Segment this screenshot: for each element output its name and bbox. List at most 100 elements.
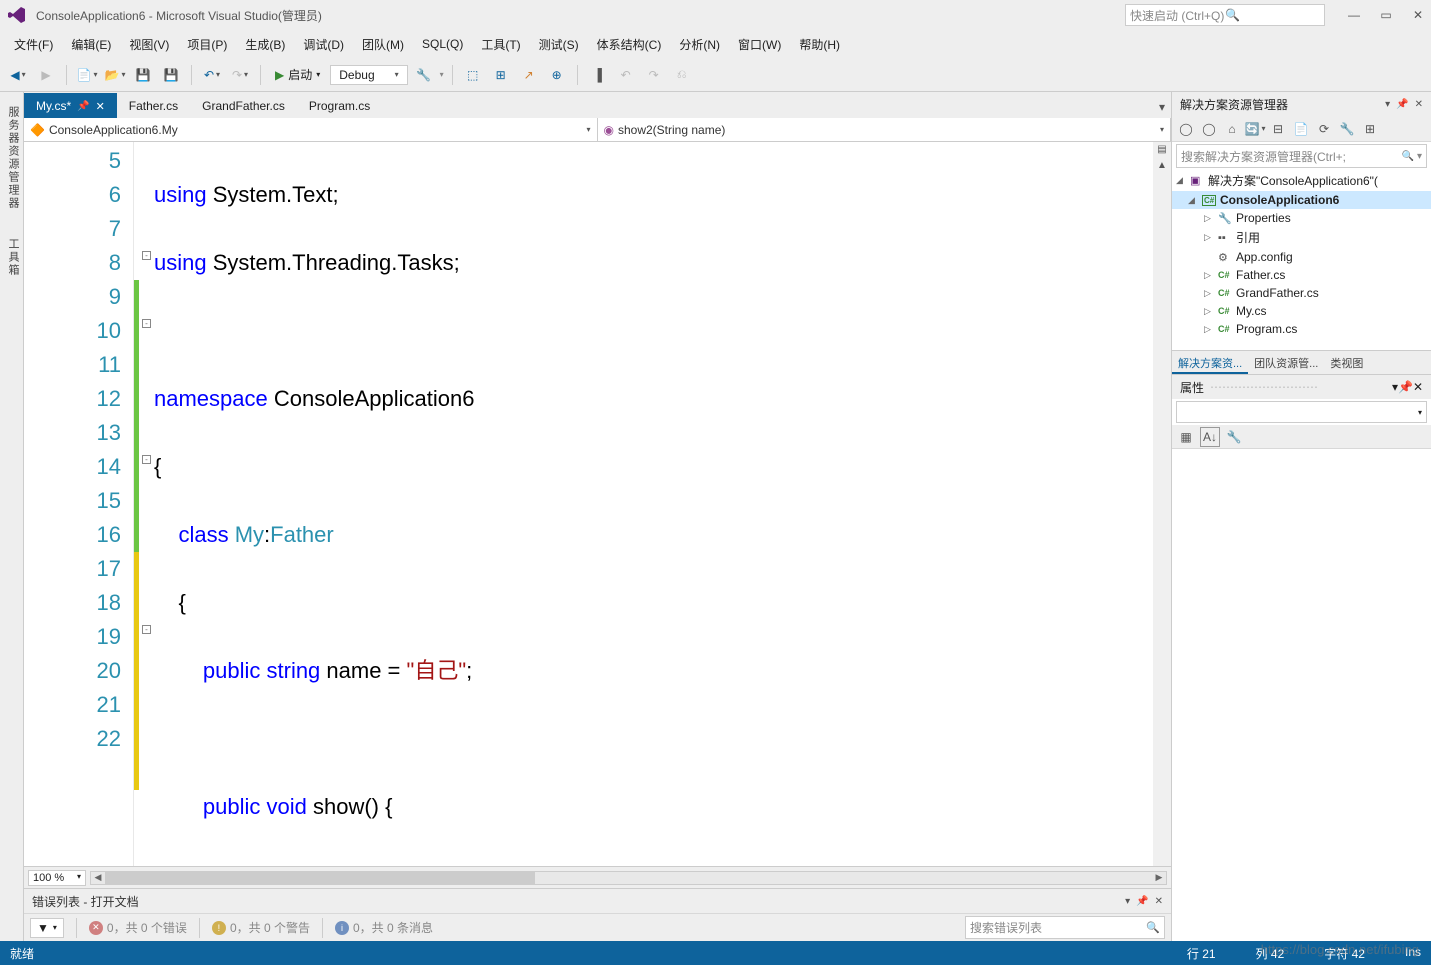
code-content[interactable]: using System.Text; using System.Threadin…: [154, 142, 1153, 866]
fold-toggle[interactable]: -: [142, 455, 151, 464]
tb-icon[interactable]: ↗: [517, 63, 541, 87]
scroll-up-button[interactable]: ▲: [1155, 160, 1169, 174]
pin-icon[interactable]: 📌: [1398, 380, 1413, 394]
close-button[interactable]: ✕: [1411, 8, 1425, 22]
errors-toggle[interactable]: ✕0，共 0 个错误: [89, 919, 187, 936]
close-icon[interactable]: ✕: [1155, 896, 1163, 907]
maximize-button[interactable]: ▭: [1379, 8, 1393, 22]
fold-toggle[interactable]: -: [142, 625, 151, 634]
menu-arch[interactable]: 体系结构(C): [589, 32, 670, 57]
solution-tree[interactable]: ◢▣解决方案"ConsoleApplication6"( ◢C#ConsoleA…: [1172, 170, 1431, 350]
filter-button[interactable]: ▼: [30, 918, 64, 938]
tb-icon[interactable]: ⊞: [489, 63, 513, 87]
properties-object-dropdown[interactable]: [1176, 401, 1427, 423]
pin-icon[interactable]: 📌: [1396, 99, 1408, 110]
panel-menu-button[interactable]: ▾: [1125, 896, 1130, 907]
tb-icon[interactable]: ⊕: [545, 63, 569, 87]
member-dropdown[interactable]: ◉ show2(String name): [598, 118, 1172, 141]
tree-file-node[interactable]: ▷C#My.cs: [1172, 302, 1431, 320]
menu-build[interactable]: 生成(B): [237, 32, 293, 57]
zoom-dropdown[interactable]: 100 %: [28, 870, 86, 886]
close-icon[interactable]: ✕: [1415, 99, 1423, 110]
tab-team-explorer[interactable]: 团队资源管...: [1248, 351, 1324, 374]
panel-menu-button[interactable]: ▾: [1385, 99, 1390, 110]
collapse-button[interactable]: ⊟: [1268, 119, 1288, 139]
scrollbar-thumb[interactable]: [105, 872, 535, 884]
properties-button[interactable]: 🔧: [1337, 119, 1357, 139]
tree-file-node[interactable]: ▷C#Program.cs: [1172, 320, 1431, 338]
solution-search-input[interactable]: 搜索解决方案资源管理器(Ctrl+;: [1176, 144, 1427, 168]
tabs-overflow-button[interactable]: ▾: [1153, 96, 1171, 118]
close-icon[interactable]: ✕: [96, 100, 105, 113]
code-editor[interactable]: 56 789 101112 131415 161718 192021 22 - …: [24, 142, 1171, 866]
config-dropdown[interactable]: Debug: [330, 65, 407, 85]
tree-file-node[interactable]: ▷C#Father.cs: [1172, 266, 1431, 284]
scope-button[interactable]: 🔄: [1245, 119, 1265, 139]
tab-my-cs[interactable]: My.cs* 📌 ✕: [24, 93, 117, 118]
server-explorer-tab[interactable]: 服务器资源管理器: [0, 98, 23, 218]
tb-icon[interactable]: ↶: [614, 63, 638, 87]
minimize-button[interactable]: ―: [1347, 8, 1361, 22]
back-button[interactable]: ◯: [1176, 119, 1196, 139]
properties-grid[interactable]: [1172, 449, 1431, 941]
horizontal-scrollbar[interactable]: ◀ ▶: [90, 871, 1167, 885]
preview-button[interactable]: ⊞: [1360, 119, 1380, 139]
menu-help[interactable]: 帮助(H): [791, 32, 848, 57]
class-dropdown[interactable]: 🔶 ConsoleApplication6.My: [24, 118, 598, 141]
tree-references-node[interactable]: ▷▪▪引用: [1172, 227, 1431, 248]
redo-button[interactable]: ↷: [228, 63, 252, 87]
tb-icon[interactable]: ▐: [586, 63, 610, 87]
tree-solution-node[interactable]: ◢▣解决方案"ConsoleApplication6"(: [1172, 170, 1431, 191]
menu-test[interactable]: 测试(S): [531, 32, 587, 57]
quick-launch-input[interactable]: 快速启动 (Ctrl+Q) 🔍: [1125, 4, 1325, 26]
fold-toggle[interactable]: -: [142, 251, 151, 260]
tab-class-view[interactable]: 类视图: [1324, 351, 1369, 374]
tab-program-cs[interactable]: Program.cs: [297, 93, 382, 118]
toolbox-tab[interactable]: 工具箱: [0, 230, 23, 285]
tree-properties-node[interactable]: ▷🔧Properties: [1172, 209, 1431, 227]
pin-icon[interactable]: 📌: [77, 101, 89, 112]
undo-button[interactable]: ↶: [200, 63, 224, 87]
menu-team[interactable]: 团队(M): [354, 32, 412, 57]
fold-toggle[interactable]: -: [142, 319, 151, 328]
nav-forward-button[interactable]: ▶: [34, 63, 58, 87]
close-icon[interactable]: ✕: [1413, 380, 1423, 394]
start-debug-button[interactable]: ▶ 启动 ▾: [269, 64, 326, 85]
menu-edit[interactable]: 编辑(E): [63, 32, 119, 57]
tab-grandfather-cs[interactable]: GrandFather.cs: [190, 93, 297, 118]
tree-project-node[interactable]: ◢C#ConsoleApplication6: [1172, 191, 1431, 209]
refresh-button[interactable]: ⟳: [1314, 119, 1334, 139]
tb-icon[interactable]: 🔧: [412, 63, 436, 87]
open-file-button[interactable]: 📂: [103, 63, 127, 87]
menu-debug[interactable]: 调试(D): [295, 32, 352, 57]
tb-icon[interactable]: ⎌: [670, 63, 694, 87]
menu-window[interactable]: 窗口(W): [730, 32, 789, 57]
menu-analyze[interactable]: 分析(N): [671, 32, 728, 57]
warnings-toggle[interactable]: !0，共 0 个警告: [212, 919, 310, 936]
messages-toggle[interactable]: i0，共 0 条消息: [335, 919, 433, 936]
tb-icon[interactable]: ⬚: [461, 63, 485, 87]
menu-sql[interactable]: SQL(Q): [414, 33, 471, 55]
new-project-button[interactable]: 📄: [75, 63, 99, 87]
menu-view[interactable]: 视图(V): [121, 32, 177, 57]
menu-project[interactable]: 项目(P): [179, 32, 235, 57]
pin-icon[interactable]: 📌: [1136, 896, 1148, 907]
home-button[interactable]: ⌂: [1222, 119, 1242, 139]
scroll-left-button[interactable]: ◀: [91, 872, 105, 883]
tab-solution-explorer[interactable]: 解决方案资...: [1172, 351, 1248, 374]
tree-file-node[interactable]: ▷C#GrandFather.cs: [1172, 284, 1431, 302]
property-pages-button[interactable]: 🔧: [1224, 427, 1244, 447]
split-button[interactable]: ▤: [1155, 144, 1169, 158]
save-button[interactable]: 💾: [131, 63, 155, 87]
categorized-button[interactable]: ▦: [1176, 427, 1196, 447]
nav-back-button[interactable]: ◀: [6, 63, 30, 87]
error-search-input[interactable]: 搜索错误列表: [965, 916, 1165, 939]
menu-file[interactable]: 文件(F): [6, 32, 61, 57]
alphabetical-button[interactable]: A↓: [1200, 427, 1220, 447]
tb-icon[interactable]: ↷: [642, 63, 666, 87]
tab-father-cs[interactable]: Father.cs: [117, 93, 190, 118]
save-all-button[interactable]: 💾: [159, 63, 183, 87]
show-all-button[interactable]: 📄: [1291, 119, 1311, 139]
forward-button[interactable]: ◯: [1199, 119, 1219, 139]
menu-tools[interactable]: 工具(T): [473, 32, 528, 57]
